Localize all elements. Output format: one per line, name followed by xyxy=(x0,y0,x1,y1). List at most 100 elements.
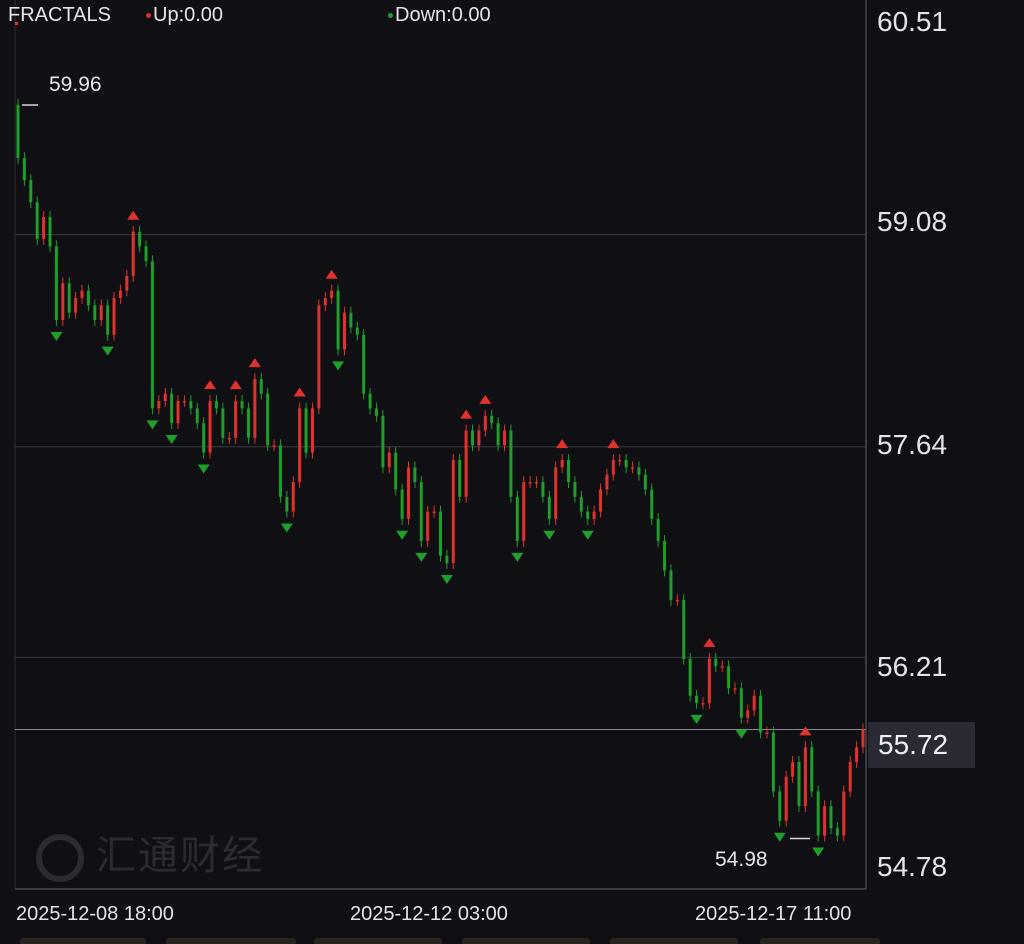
fractal-down-marker xyxy=(690,714,703,724)
candle-body xyxy=(42,216,46,240)
candle-body xyxy=(663,541,667,571)
candle-body xyxy=(125,275,129,291)
candle-body xyxy=(483,415,487,431)
bottom-tab[interactable] xyxy=(760,938,880,944)
candle-body xyxy=(291,482,295,512)
candle-body xyxy=(118,290,122,298)
candle-body xyxy=(496,423,500,446)
candle-body xyxy=(829,806,833,829)
candle-body xyxy=(816,791,820,836)
watermark: 汇通财经 xyxy=(36,823,264,883)
fractal-down-marker xyxy=(280,523,293,533)
candle-body xyxy=(330,290,334,298)
candle-body xyxy=(221,408,225,438)
candle-body xyxy=(381,415,385,468)
bottom-tab[interactable] xyxy=(610,938,738,944)
candle-body xyxy=(29,180,33,203)
watermark-logo-icon xyxy=(36,834,84,883)
fractal-down-marker xyxy=(440,574,453,584)
x-tick-label: 2025-12-12 03:00 xyxy=(350,903,508,925)
fractal-up-marker xyxy=(799,726,812,736)
candle-body xyxy=(733,688,737,690)
candle-body xyxy=(611,459,615,475)
candle-body xyxy=(752,695,756,711)
candle-body xyxy=(771,732,775,792)
candle-body xyxy=(259,378,263,394)
candle-body xyxy=(163,393,167,402)
candle-body xyxy=(208,401,212,453)
candle-body xyxy=(810,747,814,792)
candle-body xyxy=(214,401,218,409)
candle-body xyxy=(195,408,199,424)
current-price-label: 55.72 xyxy=(868,722,975,768)
candle-body xyxy=(80,290,84,298)
candle-body xyxy=(567,459,571,483)
fractal-up-marker xyxy=(204,380,217,390)
candle-body xyxy=(554,467,558,519)
candle-body xyxy=(503,430,507,446)
bottom-tab[interactable] xyxy=(462,938,590,944)
x-tick-label: 2025-12-08 18:00 xyxy=(16,903,174,925)
candle-body xyxy=(426,511,430,542)
candle-body xyxy=(144,246,148,262)
candle-body xyxy=(451,459,455,564)
candle-body xyxy=(234,401,238,438)
candle-body xyxy=(355,327,359,335)
bottom-tab[interactable] xyxy=(20,938,146,944)
up-dot-icon xyxy=(146,13,151,19)
y-tick-label: 60.51 xyxy=(877,6,948,37)
candle-body xyxy=(150,261,154,409)
candle-body xyxy=(16,105,20,159)
candle-body xyxy=(93,305,97,321)
candle-body xyxy=(374,408,378,416)
fractal-up-marker xyxy=(248,358,261,368)
candle-body xyxy=(131,231,135,276)
candle-body xyxy=(362,334,366,394)
candle-body xyxy=(419,482,423,542)
candle-body xyxy=(445,555,449,564)
candle-body xyxy=(688,658,692,696)
candle-body xyxy=(579,496,583,512)
candle-body xyxy=(298,408,302,483)
candle-body xyxy=(246,408,250,438)
candle-body xyxy=(682,599,686,659)
candle-body xyxy=(573,482,577,497)
fractal-down-marker xyxy=(396,530,409,540)
indicator-name: FRACTALS xyxy=(8,4,111,26)
candle-body xyxy=(349,312,353,328)
bottom-tab[interactable] xyxy=(166,938,296,944)
fractal-up-legend: Up:0.00 xyxy=(146,4,223,27)
candle-body xyxy=(650,489,654,519)
candle-body xyxy=(157,401,161,409)
fractal-up-marker xyxy=(607,439,620,449)
candle-body xyxy=(535,482,539,484)
candle-body xyxy=(541,482,545,497)
bottom-tab-strip xyxy=(0,938,1024,944)
fractal-up-marker xyxy=(229,380,242,390)
fractal-down-marker xyxy=(511,552,524,562)
candle-body xyxy=(675,599,679,602)
y-tick-label: 56.21 xyxy=(877,651,948,682)
fractal-up-marker xyxy=(460,409,473,419)
candle-body xyxy=(861,729,865,748)
candle-body xyxy=(848,761,852,792)
candle-body xyxy=(797,761,801,807)
candle-body xyxy=(855,747,859,762)
candle-body xyxy=(106,305,110,335)
y-tick-label: 59.08 xyxy=(877,206,948,237)
candle-body xyxy=(278,445,282,497)
candle-body xyxy=(490,415,494,424)
candle-body xyxy=(707,658,711,704)
bottom-tab[interactable] xyxy=(314,938,442,944)
fractal-down-marker xyxy=(332,361,345,371)
candle-body xyxy=(35,202,39,240)
fractal-down-marker xyxy=(50,331,63,341)
candle-body xyxy=(586,511,590,519)
candle-body xyxy=(342,312,346,350)
candle-body xyxy=(618,459,622,462)
candle-body xyxy=(67,283,71,313)
price-chart[interactable] xyxy=(0,0,1024,944)
candle-body xyxy=(528,482,532,484)
candle-body xyxy=(746,710,750,718)
candle-body xyxy=(695,695,699,704)
